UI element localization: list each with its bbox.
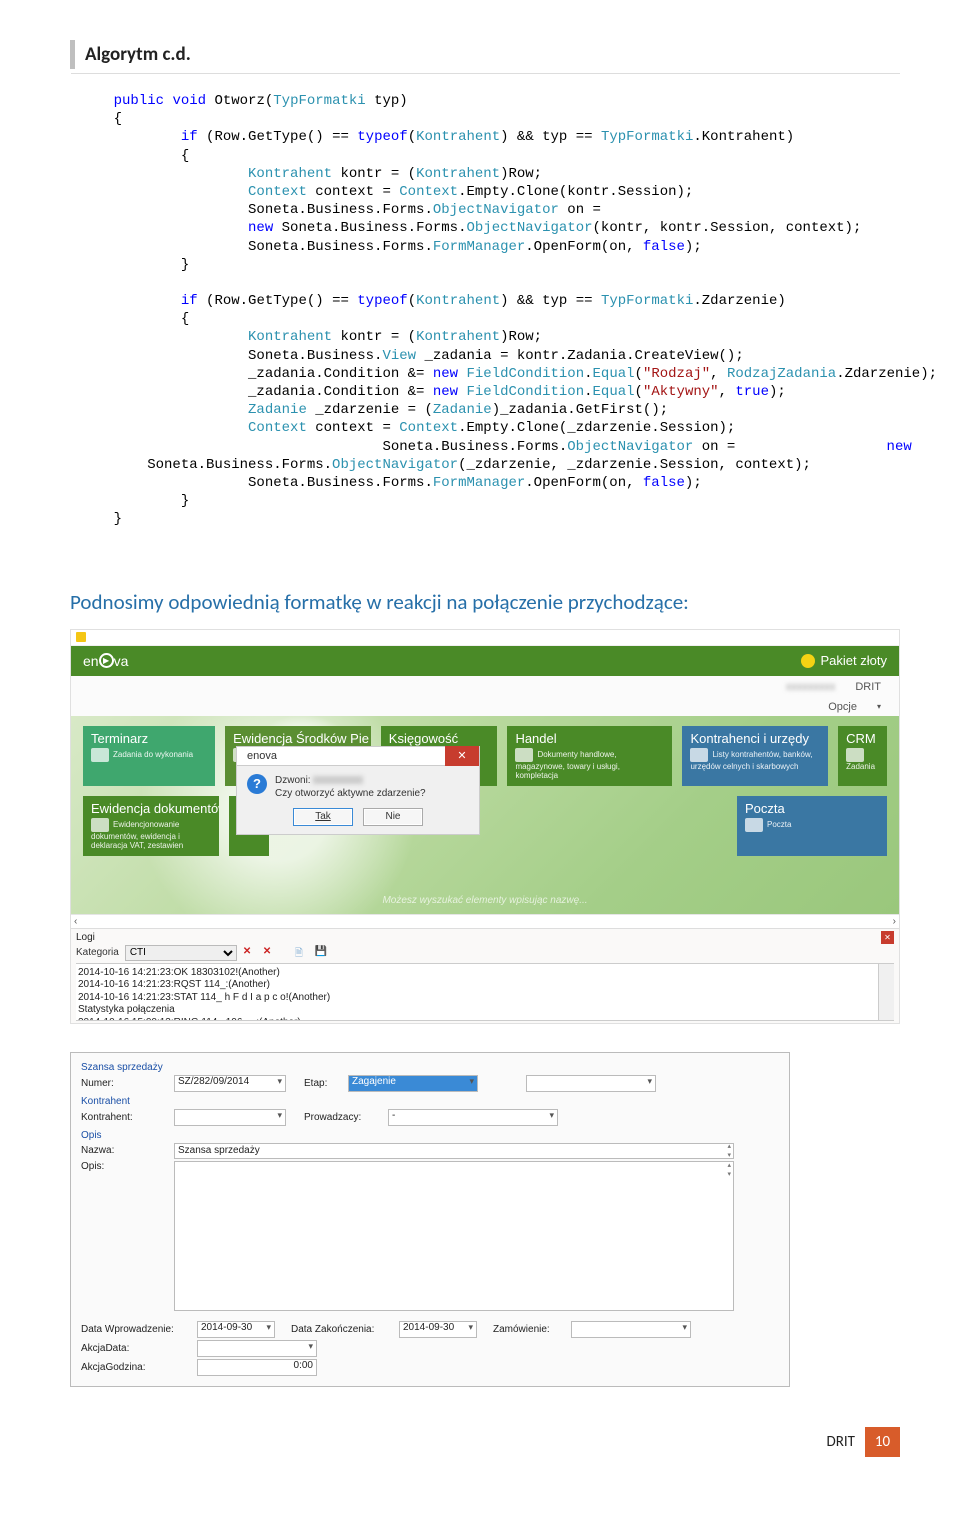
kategoria-select[interactable]: CTI bbox=[125, 945, 237, 961]
scroll-up-icon[interactable]: ▴ bbox=[887, 965, 891, 975]
clear-icon[interactable]: ✕ bbox=[263, 946, 277, 960]
scroll-left-icon[interactable]: ‹ bbox=[74, 916, 77, 927]
extra-select[interactable] bbox=[526, 1075, 656, 1092]
options-link[interactable]: Opcje bbox=[828, 701, 857, 713]
tile-t-ewdo[interactable]: Ewidencja dokumentówEwidencjonowanie dok… bbox=[83, 796, 219, 856]
form-screenshot: Szansa sprzedaży Numer: SZ/282/09/2014 E… bbox=[70, 1052, 790, 1387]
dialog-line1: Dzwoni: bbox=[275, 775, 311, 786]
logs-panel: Logi ✕ Kategoria CTI ✕ ✕ 🗎 💾 2014-10-16 … bbox=[71, 928, 899, 1023]
enova-header: en ▶ va Pakiet złoty bbox=[71, 646, 899, 676]
tile-t-crm[interactable]: CRMZadania bbox=[838, 726, 887, 786]
zamowienie-select[interactable] bbox=[571, 1321, 691, 1338]
opis-textarea[interactable] bbox=[174, 1161, 734, 1311]
tile-row-2: Ewidencja dokumentówEwidencjonowanie dok… bbox=[83, 796, 887, 856]
dialog-line2: Czy otworzyć aktywne zdarzenie? bbox=[275, 788, 426, 799]
kategoria-label: Kategoria bbox=[76, 947, 119, 958]
options-bar: Opcje ▾ bbox=[71, 698, 899, 716]
datawp-label: Data Wprowadzenie: bbox=[81, 1324, 189, 1335]
enova-toolbar-strip bbox=[71, 630, 899, 646]
message-dialog: enova ✕ ? Dzwoni: Czy otworzyć aktywne z… bbox=[236, 746, 480, 835]
kontrahent-label: Kontrahent: bbox=[81, 1112, 166, 1123]
tile-t-kont[interactable]: Kontrahenci i urzędyListy kontrahentów, … bbox=[682, 726, 828, 786]
zamowienie-label: Zamówienie: bbox=[493, 1324, 563, 1335]
brand-play-icon: ▶ bbox=[99, 653, 114, 668]
group-kontrahent: Kontrahent bbox=[81, 1096, 779, 1107]
brand-logo: en ▶ va bbox=[83, 653, 128, 669]
tile-row-1: TerminarzZadania do wykonaniaEwidencja Ś… bbox=[83, 726, 887, 786]
akcjagodzina-label: AkcjaGodzina: bbox=[81, 1362, 189, 1373]
search-placeholder[interactable]: Możesz wyszukać elementy wpisując nazwę.… bbox=[71, 895, 899, 910]
footer-label: DRIT bbox=[827, 1433, 855, 1451]
dialog-close-button[interactable]: ✕ bbox=[445, 746, 479, 766]
dialog-no-button[interactable]: Nie bbox=[363, 808, 423, 826]
group-szansa: Szansa sprzedaży bbox=[81, 1062, 779, 1073]
nazwa-label: Nazwa: bbox=[81, 1145, 166, 1156]
question-icon: ? bbox=[247, 774, 267, 794]
tile-t-hand[interactable]: HandelDokumenty handlowe, magazynowe, to… bbox=[507, 726, 672, 786]
dialog-text: Dzwoni: Czy otworzyć aktywne zdarzenie? bbox=[275, 774, 426, 800]
enova-screenshot: en ▶ va Pakiet złoty xxxxxxxxx DRIT Opcj… bbox=[70, 629, 900, 1024]
heading-underline bbox=[71, 73, 900, 74]
opis-label: Opis: bbox=[81, 1161, 166, 1172]
code-block: public void Otworz(TypFormatki typ) { if… bbox=[80, 92, 900, 529]
akcjadata-label: AkcjaData: bbox=[81, 1343, 189, 1354]
etap-label: Etap: bbox=[304, 1078, 340, 1089]
doc-icon[interactable]: 🗎 bbox=[295, 946, 309, 960]
datawp-select[interactable]: 2014-09-30 bbox=[197, 1321, 275, 1338]
brand-en: en bbox=[83, 653, 99, 669]
dialog-title: enova bbox=[247, 750, 277, 762]
section-heading: Algorytm c.d. bbox=[70, 40, 900, 69]
nazwa-input[interactable]: Szansa sprzedaży bbox=[174, 1143, 734, 1159]
sub-title: Podnosimy odpowiednią formatkę w reakcji… bbox=[70, 589, 900, 615]
dialog-titlebar: enova ✕ bbox=[236, 746, 480, 766]
log-lines: 2014-10-16 14:21:23:OK 18303102!(Another… bbox=[76, 963, 894, 1021]
chevron-down-icon[interactable]: ▾ bbox=[877, 702, 881, 711]
logs-close-button[interactable]: ✕ bbox=[881, 931, 894, 944]
prowadzacy-select[interactable]: - bbox=[388, 1109, 558, 1126]
numer-label: Numer: bbox=[81, 1078, 166, 1089]
user-label: DRIT bbox=[855, 681, 881, 693]
page-number: 10 bbox=[865, 1427, 900, 1457]
dataz-select[interactable]: 2014-09-30 bbox=[399, 1321, 477, 1338]
scroll-right-icon[interactable]: › bbox=[893, 916, 896, 927]
dialog-yes-button[interactable]: Tak bbox=[293, 808, 353, 826]
group-opis: Opis bbox=[81, 1130, 779, 1141]
logs-title: Logi bbox=[76, 932, 95, 943]
akcjagodzina-input[interactable]: 0:00 bbox=[197, 1359, 317, 1376]
page-footer: DRIT 10 bbox=[70, 1427, 900, 1457]
scroll-down-icon[interactable]: ▾ bbox=[887, 1009, 891, 1019]
h-scroll[interactable]: ‹ › bbox=[71, 914, 899, 928]
prowadzacy-label: Prowadzacy: bbox=[304, 1112, 380, 1123]
caller-blur bbox=[313, 776, 363, 784]
package-badge: Pakiet złoty bbox=[801, 653, 887, 668]
dialog-body: ? Dzwoni: Czy otworzyć aktywne zdarzenie… bbox=[236, 766, 480, 835]
save-icon[interactable]: 💾 bbox=[315, 946, 329, 960]
username-blur: xxxxxxxxx bbox=[786, 681, 836, 693]
numer-select[interactable]: SZ/282/09/2014 bbox=[174, 1075, 286, 1092]
akcjadata-select[interactable] bbox=[197, 1340, 317, 1357]
brand-va: va bbox=[114, 653, 129, 669]
gold-dot-icon bbox=[801, 654, 815, 668]
dataz-label: Data Zakończenia: bbox=[291, 1324, 391, 1335]
kontrahent-select[interactable] bbox=[174, 1109, 286, 1126]
user-bar: xxxxxxxxx DRIT bbox=[71, 676, 899, 698]
heading-text: Algorytm c.d. bbox=[85, 43, 900, 66]
etap-select[interactable]: Zagajenie bbox=[348, 1075, 478, 1092]
delete-icon[interactable]: ✕ bbox=[243, 946, 257, 960]
enova-tile-area: TerminarzZadania do wykonaniaEwidencja Ś… bbox=[71, 716, 899, 914]
package-label: Pakiet złoty bbox=[821, 653, 887, 668]
tile-t-poc[interactable]: PocztaPoczta bbox=[737, 796, 887, 856]
tile-t-term[interactable]: TerminarzZadania do wykonania bbox=[83, 726, 215, 786]
